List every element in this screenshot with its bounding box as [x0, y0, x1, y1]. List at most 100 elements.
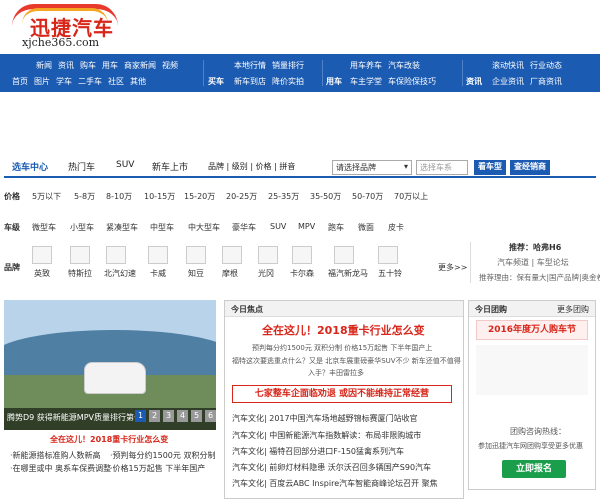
level-option[interactable]: 豪华车	[232, 222, 256, 233]
focus-headline[interactable]: 全在这儿！2018重卡行业怎么变	[262, 322, 425, 338]
nav-link[interactable]: 其他	[130, 77, 146, 86]
filter-pinyin-link[interactable]: 拼音	[279, 162, 295, 171]
level-option[interactable]: 跑车	[328, 222, 344, 233]
brand-name[interactable]: 摩根	[222, 268, 238, 279]
filter-price-link[interactable]: 价格	[256, 162, 272, 171]
filter-brand-link[interactable]: 品牌	[208, 162, 224, 171]
left-headline[interactable]: 全在这儿！2018重卡行业怎么变	[50, 434, 168, 445]
nav-link[interactable]: 首页	[12, 77, 28, 86]
nav-link[interactable]: 用车	[102, 61, 118, 70]
brand-name[interactable]: 光冈	[258, 268, 274, 279]
price-option[interactable]: 20-25万	[226, 191, 257, 202]
focus-headline-2[interactable]: 七家整车企面临劝退 或因不能维持正常经营	[232, 385, 452, 403]
filter-level-link[interactable]: 级别	[232, 162, 248, 171]
view-models-button[interactable]: 看车型	[474, 160, 506, 175]
price-option[interactable]: 35-50万	[310, 191, 341, 202]
price-option[interactable]: 70万以上	[394, 191, 428, 202]
level-option[interactable]: 微型车	[32, 222, 56, 233]
nav-link[interactable]: 滚动快讯	[492, 61, 524, 70]
level-option[interactable]: 紧凑型车	[106, 222, 138, 233]
nav-link[interactable]: 新闻	[36, 61, 52, 70]
nav-link[interactable]: 购车	[80, 61, 96, 70]
series-select[interactable]: 选择车系	[416, 160, 468, 175]
brand-name[interactable]: 卡威	[150, 268, 166, 279]
focus-news-item[interactable]: 汽车文化| 前卵灯材料隐患 沃尔沃召回多辆国产S90汽车	[232, 462, 431, 473]
nav-link[interactable]: 学车	[56, 77, 72, 86]
nav-link[interactable]: 厂商资讯	[530, 77, 562, 86]
brand-logo-icon[interactable]	[70, 246, 90, 264]
brand-name[interactable]: 福汽新龙马	[328, 268, 368, 279]
brand-name[interactable]: 五十铃	[378, 268, 402, 279]
left-news-item[interactable]: ·在哪里或中 奥系车保费调整	[10, 463, 111, 474]
tab-hot-cars[interactable]: 热门车	[68, 160, 95, 173]
focus-tab[interactable]: 今日焦点	[225, 301, 463, 317]
nav-link[interactable]: 销量排行	[272, 61, 304, 70]
brand-name[interactable]: 北汽幻速	[104, 268, 136, 279]
brand-logo-icon[interactable]	[148, 246, 168, 264]
tab-car-center[interactable]: 选车中心	[12, 160, 48, 173]
nav-link[interactable]: 本地行情	[234, 61, 266, 70]
price-option[interactable]: 5万以下	[32, 191, 61, 202]
nav-link[interactable]: 图片	[34, 77, 50, 86]
nav-link[interactable]: 用车养车	[350, 61, 382, 70]
price-option[interactable]: 25-35万	[268, 191, 299, 202]
find-dealer-button[interactable]: 查经销商	[510, 160, 550, 175]
slide-page[interactable]: 3	[163, 410, 174, 422]
price-option[interactable]: 15-20万	[184, 191, 215, 202]
brand-logo-icon[interactable]	[378, 246, 398, 264]
nav-link[interactable]: 视频	[162, 61, 178, 70]
group-buy-banner[interactable]: 2016年度万人购车节	[476, 320, 588, 340]
brand-name[interactable]: 特斯拉	[68, 268, 92, 279]
group-buy-tab[interactable]: 今日团购 更多团购	[469, 301, 595, 317]
price-option-active[interactable]: 8-10万	[106, 191, 132, 202]
focus-news-item[interactable]: 汽车文化| 百度云ABC Inspire汽车智能商峰论坛召开 聚焦	[232, 478, 438, 489]
slide-page[interactable]: 4	[177, 410, 188, 422]
slide-page[interactable]: 1	[135, 410, 146, 422]
site-logo[interactable]: 迅捷汽车 xjche365.com	[8, 4, 128, 49]
focus-news-item[interactable]: 汽车文化| 中国新能源汽车指数解读：布局非限购城市	[232, 430, 421, 441]
slide-page[interactable]: 5	[191, 410, 202, 422]
nav-link[interactable]: 行业动态	[530, 61, 562, 70]
nav-link[interactable]: 商家新闻	[124, 61, 156, 70]
level-option[interactable]: 中大型车	[188, 222, 220, 233]
group-buy-more-link[interactable]: 更多团购	[557, 304, 589, 315]
left-news-item[interactable]: ·价格15万起售 下半年国产	[110, 463, 205, 474]
level-option-active[interactable]: SUV	[270, 222, 286, 231]
focus-news-item[interactable]: 汽车文化| 2017中国汽车场地越野锦标赛厦门站收官	[232, 413, 418, 424]
news-slideshow[interactable]: 腾势D9 获得新能源MPV质量排行第一 1 2 3 4 5 6	[4, 300, 216, 430]
price-option[interactable]: 5-8万	[74, 191, 95, 202]
level-option[interactable]: MPV	[298, 222, 315, 231]
nav-link[interactable]: 社区	[108, 77, 124, 86]
level-option[interactable]: 皮卡	[388, 222, 404, 233]
nav-link[interactable]: 新车到店	[234, 77, 266, 86]
brand-logo-icon[interactable]	[32, 246, 52, 264]
nav-link[interactable]: 车保险保技巧	[388, 77, 436, 86]
nav-link[interactable]: 二手车	[78, 77, 102, 86]
brand-select[interactable]: 请选择品牌 ▾	[332, 160, 412, 175]
brand-logo-icon[interactable]	[106, 246, 126, 264]
nav-link[interactable]: 企业资讯	[492, 77, 524, 86]
focus-news-item[interactable]: 汽车文化| 福特召回部分进口F-150猛禽系列汽车	[232, 446, 404, 457]
nav-link[interactable]: 资讯	[58, 61, 74, 70]
slide-page[interactable]: 6	[205, 410, 216, 422]
recommend-links[interactable]: 汽车频道 | 车型论坛	[497, 257, 596, 268]
level-option[interactable]: 中型车	[150, 222, 174, 233]
level-option[interactable]: 微面	[358, 222, 374, 233]
price-option[interactable]: 50-70万	[352, 191, 383, 202]
more-brands-link[interactable]: 更多>>	[438, 262, 467, 273]
brand-logo-icon[interactable]	[258, 246, 278, 264]
brand-logo-icon[interactable]	[334, 246, 354, 264]
brand-logo-icon[interactable]	[292, 246, 312, 264]
left-news-item[interactable]: ·预判每分约1500元 双积分制	[110, 450, 215, 461]
recommend-title[interactable]: 推荐：哈弗H6	[509, 242, 596, 253]
brand-logo-icon[interactable]	[186, 246, 206, 264]
brand-name[interactable]: 卡尔森	[290, 268, 314, 279]
tab-suv[interactable]: SUV	[116, 160, 134, 170]
left-news-item[interactable]: ·新能源搭标准购人数新高	[10, 450, 101, 461]
nav-link[interactable]: 车主学堂	[350, 77, 382, 86]
brand-logo-icon[interactable]	[222, 246, 242, 264]
tab-new-cars[interactable]: 新车上市	[152, 160, 188, 173]
level-option[interactable]: 小型车	[70, 222, 94, 233]
brand-name[interactable]: 知豆	[188, 268, 204, 279]
signup-button[interactable]: 立即报名	[502, 460, 566, 478]
